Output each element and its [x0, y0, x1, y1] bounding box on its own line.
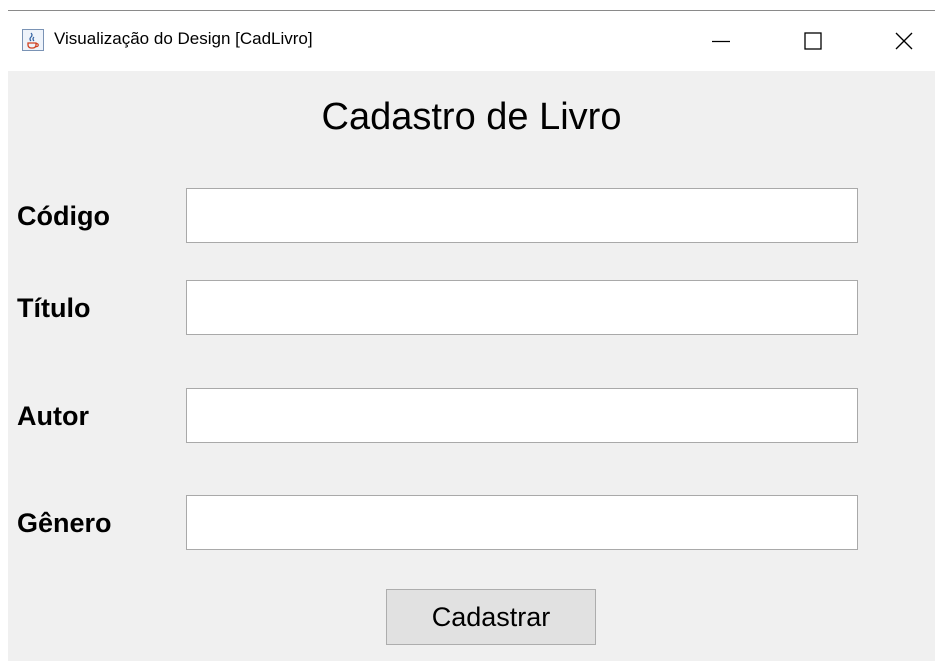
maximize-icon: [804, 32, 822, 50]
close-icon: [895, 32, 913, 50]
app-window: Visualização do Design [CadLivro] Cadast…: [8, 10, 935, 661]
title-bar[interactable]: Visualização do Design [CadLivro]: [8, 11, 935, 71]
autor-input[interactable]: [186, 388, 858, 443]
codigo-input[interactable]: [186, 188, 858, 243]
codigo-label: Código: [17, 201, 110, 231]
java-cup-icon: [22, 29, 44, 51]
minimize-icon: [712, 40, 730, 43]
cadastrar-button[interactable]: Cadastrar: [386, 589, 596, 645]
close-button[interactable]: [874, 11, 934, 71]
window-title: Visualização do Design [CadLivro]: [54, 29, 313, 48]
genero-label: Gênero: [17, 508, 112, 538]
genero-input[interactable]: [186, 495, 858, 550]
maximize-button[interactable]: [783, 11, 843, 71]
minimize-button[interactable]: [691, 11, 751, 71]
autor-label: Autor: [17, 401, 89, 431]
titulo-label: Título: [17, 293, 91, 323]
form-title: Cadastro de Livro: [321, 96, 622, 138]
titulo-input[interactable]: [186, 280, 858, 335]
